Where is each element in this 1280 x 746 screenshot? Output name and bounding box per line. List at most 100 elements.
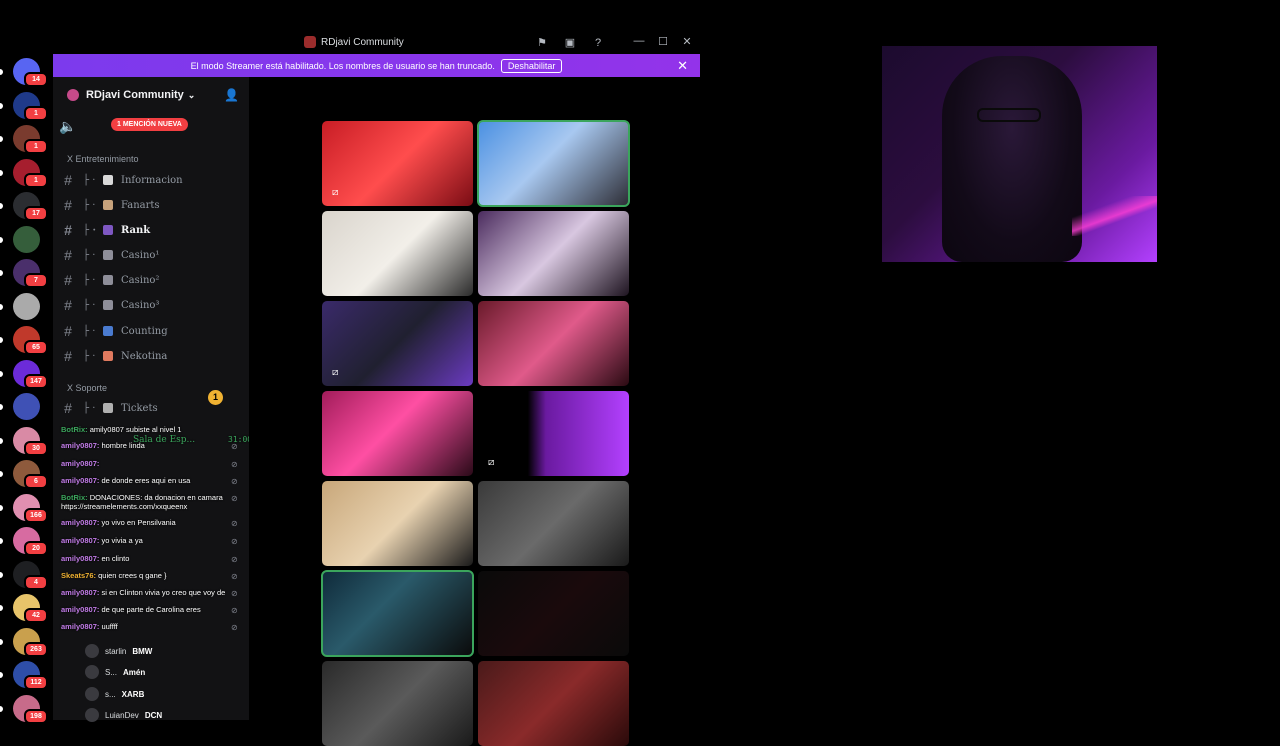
mic-muted-icon: ⊘ — [231, 606, 238, 615]
banner-text: El modo Streamer está habilitado. Los no… — [190, 60, 495, 71]
voice-user-name: s... — [105, 689, 116, 699]
unread-indicator — [0, 69, 3, 75]
chat-text: yo vivia a ya — [101, 536, 143, 545]
server-badge: 166 — [24, 507, 48, 523]
inbox-icon[interactable]: ▣ — [563, 36, 577, 50]
voice-user[interactable]: S... Amén — [85, 665, 145, 679]
channel-emoji-icon — [103, 200, 113, 210]
unread-indicator — [0, 404, 3, 410]
server-avatar-icon — [67, 89, 79, 101]
video-tile[interactable] — [322, 661, 473, 746]
chat-text: de donde eres aqui en usa — [101, 476, 191, 485]
channel-rank[interactable]: # ├ · Rank — [53, 219, 249, 241]
server-badge: 42 — [24, 608, 48, 623]
title-bar: RDjavi Community ⚑ ▣ ? — ☐ ✕ — [0, 32, 700, 54]
video-tile[interactable] — [478, 211, 629, 296]
maximize-icon[interactable]: ☐ — [657, 35, 669, 48]
chat-message: amily0807: si en Clinton vivia yo creo q… — [61, 588, 225, 597]
close-banner-icon[interactable]: ✕ — [677, 58, 688, 74]
avatar — [85, 644, 99, 658]
disable-button[interactable]: Deshabilitar — [500, 58, 563, 73]
server-badge: 1 — [24, 139, 48, 154]
mic-muted-icon: ⊘ — [231, 460, 238, 469]
chat-text: de que parte de Carolina eres — [101, 605, 201, 614]
help-icon[interactable]: ? — [591, 36, 605, 50]
server-icon-7[interactable] — [13, 292, 40, 320]
channel-fanarts[interactable]: # ├ · Fanarts — [53, 194, 249, 216]
video-tile[interactable] — [478, 661, 629, 746]
server-badge: 1 — [24, 172, 48, 188]
camera-muted-icon: ⧄ — [332, 367, 339, 378]
close-window-icon[interactable]: ✕ — [681, 35, 693, 48]
video-tile[interactable]: ⧄ — [322, 121, 473, 206]
window-title: RDjavi Community — [304, 36, 404, 48]
channel-tickets[interactable]: # ├ · Tickets — [53, 397, 249, 419]
video-tile[interactable]: ⧄ — [322, 301, 473, 386]
video-tile[interactable] — [321, 570, 474, 657]
video-tile[interactable] — [322, 391, 473, 476]
server-badge: 17 — [24, 206, 48, 221]
voice-user[interactable]: starlin BMW — [85, 644, 152, 658]
minimize-icon[interactable]: — — [633, 35, 645, 48]
chat-username: amily0807: — [61, 459, 100, 468]
channel-informacion[interactable]: # ├ · Informacion — [53, 169, 249, 191]
video-tile[interactable] — [477, 120, 630, 207]
video-tile[interactable]: ⧄ — [478, 391, 629, 476]
server-icon-10[interactable] — [13, 393, 40, 420]
channel-label: Informacion — [121, 174, 183, 186]
channel-casino-[interactable]: # ├ · Casino³ — [53, 294, 249, 316]
avatar — [85, 687, 99, 701]
window-title-text: RDjavi Community — [321, 36, 404, 48]
video-tile[interactable] — [322, 481, 473, 566]
title-bar-tools: ⚑ ▣ ? — [535, 36, 605, 50]
tree-line: ├ · — [83, 325, 96, 337]
channel-counting[interactable]: # ├ · Counting — [53, 320, 249, 342]
streamer-mode-banner: El modo Streamer está habilitado. Los no… — [53, 54, 700, 77]
voice-user-name: LuianDev — [105, 710, 139, 720]
video-grid: ⧄ ⧄ ⧄ — [249, 77, 700, 746]
mic-muted-icon: ⊘ — [231, 494, 238, 503]
chat-message: amily0807: de que parte de Carolina eres — [61, 605, 201, 614]
server-badge: 65 — [24, 340, 48, 355]
unread-indicator — [0, 672, 3, 678]
hash-icon: # — [64, 197, 72, 213]
channel-casino-[interactable]: # ├ · Casino² — [53, 269, 249, 291]
channel-nekotina[interactable]: # ├ · Nekotina — [53, 345, 249, 367]
hash-icon: # — [64, 222, 72, 238]
unread-indicator — [0, 236, 3, 243]
chat-text: quien crees q gane } — [98, 571, 167, 580]
chat-message: Skeats76: quien crees q gane } — [61, 571, 167, 580]
video-tile[interactable] — [478, 571, 629, 656]
server-name: RDjavi Community — [86, 89, 184, 101]
channel-emoji-icon — [103, 403, 113, 413]
server-badge: 112 — [24, 675, 48, 690]
category-entretenimiento[interactable]: X Entretenimiento — [67, 154, 139, 164]
server-badge: 6 — [24, 474, 48, 489]
server-header[interactable]: RDjavi Community ⌄ 👤 — [53, 77, 249, 113]
chat-message: amily0807: en clinto — [61, 554, 129, 563]
video-tile[interactable] — [478, 301, 629, 386]
video-tile[interactable] — [322, 211, 473, 296]
mic-muted-icon: ⊘ — [231, 477, 238, 486]
server-icon-5[interactable] — [13, 225, 40, 253]
chat-message: BotRix: amily0807 subiste al nivel 1 — [61, 425, 181, 434]
server-badge: 7 — [24, 273, 48, 288]
category-soporte[interactable]: X Soporte — [67, 383, 107, 393]
channel-casino-[interactable]: # ├ · Casino¹ — [53, 244, 249, 266]
video-tile[interactable] — [478, 481, 629, 566]
flag-icon[interactable]: ⚑ — [535, 36, 549, 50]
new-mention-badge[interactable]: 1 MENCIÓN NUEVA — [111, 118, 188, 131]
tree-line: ├ · — [83, 174, 96, 186]
server-badge: 14 — [24, 72, 48, 87]
channel-emoji-icon — [103, 351, 113, 361]
chat-username: amily0807: — [61, 605, 100, 614]
chevron-down-icon: ⌄ — [187, 89, 196, 100]
window-controls: — ☐ ✕ — [633, 35, 693, 48]
voice-user[interactable]: s... XARB — [85, 687, 144, 701]
channel-label: Tickets — [121, 402, 158, 414]
server-badge: 198 — [24, 708, 48, 724]
tree-line: ├ · — [83, 199, 96, 211]
hash-icon: # — [64, 400, 72, 416]
glasses-shape — [977, 108, 1041, 122]
add-member-icon[interactable]: 👤 — [224, 88, 239, 102]
